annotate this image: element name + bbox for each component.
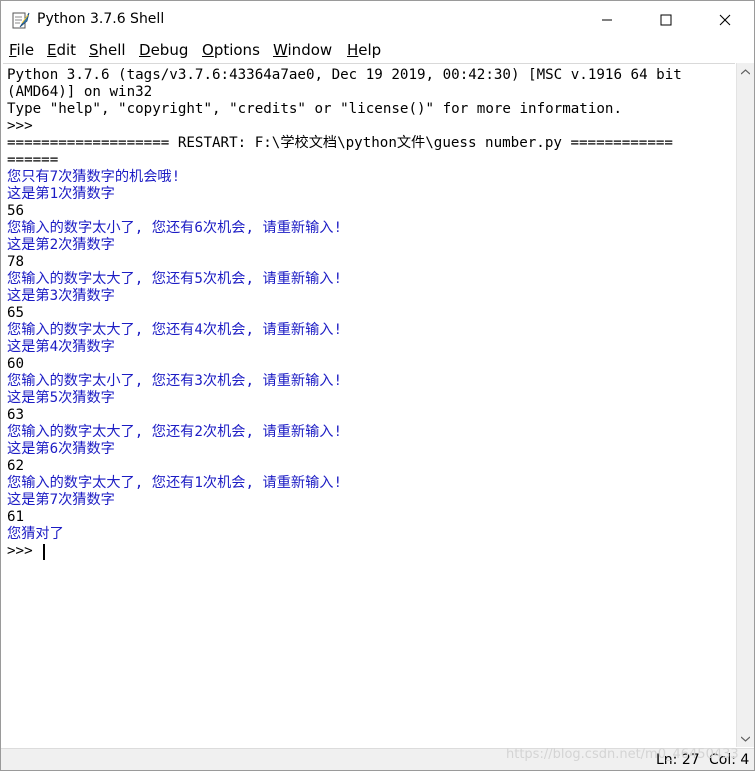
shell-line: 这是第2次猜数字 bbox=[7, 237, 115, 253]
close-icon bbox=[719, 14, 731, 25]
shell-line: >>> bbox=[7, 543, 42, 559]
shell-line: 您只有7次猜数字的机会哦! bbox=[7, 169, 181, 185]
chevron-up-icon bbox=[741, 68, 750, 74]
menu-window[interactable]: Window bbox=[273, 41, 332, 59]
scroll-down-button[interactable] bbox=[737, 730, 754, 747]
shell-line: 您猜对了 bbox=[7, 526, 64, 542]
shell-line: Type "help", "copyright", "credits" or "… bbox=[7, 101, 622, 117]
shell-line: 您输入的数字太大了, 您还有5次机会, 请重新输入! bbox=[7, 271, 343, 287]
shell-line: 61 bbox=[7, 509, 25, 525]
shell-line: 这是第1次猜数字 bbox=[7, 186, 115, 202]
close-button[interactable] bbox=[696, 1, 754, 38]
menu-debug-mnemonic: D bbox=[139, 41, 151, 59]
watermark-text: https://blog.csdn.net/m0_46450433 bbox=[506, 747, 739, 762]
shell-line: (AMD64)] on win32 bbox=[7, 84, 153, 100]
chevron-down-icon bbox=[741, 736, 750, 742]
shell-line: ====== bbox=[7, 152, 59, 168]
maximize-button[interactable] bbox=[637, 1, 695, 38]
menu-window-mnemonic: W bbox=[273, 41, 288, 59]
shell-line: Python 3.7.6 (tags/v3.7.6:43364a7ae0, De… bbox=[7, 67, 682, 83]
shell-line: 这是第3次猜数字 bbox=[7, 288, 115, 304]
shell-line: 56 bbox=[7, 203, 25, 219]
window-title: Python 3.7.6 Shell bbox=[37, 11, 165, 27]
menu-debug-label: ebug bbox=[150, 41, 189, 59]
menu-options[interactable]: Options bbox=[202, 41, 260, 59]
shell-line: >>> bbox=[7, 118, 42, 134]
shell-line: 您输入的数字太大了, 您还有2次机会, 请重新输入! bbox=[7, 424, 343, 440]
shell-line: 您输入的数字太大了, 您还有1次机会, 请重新输入! bbox=[7, 475, 343, 491]
shell-line: 您输入的数字太大了, 您还有4次机会, 请重新输入! bbox=[7, 322, 343, 338]
menu-options-label: ptions bbox=[213, 41, 260, 59]
shell-line: 这是第6次猜数字 bbox=[7, 441, 115, 457]
menu-file[interactable]: File bbox=[9, 41, 34, 59]
menu-shell-label: hell bbox=[98, 41, 126, 59]
shell-line: 这是第5次猜数字 bbox=[7, 390, 115, 406]
menu-debug[interactable]: Debug bbox=[139, 41, 188, 59]
vertical-scrollbar[interactable] bbox=[736, 63, 754, 747]
shell-text-area[interactable]: Python 3.7.6 (tags/v3.7.6:43364a7ae0, De… bbox=[3, 63, 735, 748]
shell-line: 60 bbox=[7, 356, 25, 372]
menu-edit-label: dit bbox=[56, 41, 77, 59]
menu-options-mnemonic: O bbox=[202, 41, 214, 59]
menu-edit[interactable]: Edit bbox=[47, 41, 76, 59]
menu-window-label: indow bbox=[287, 41, 333, 59]
shell-line: 63 bbox=[7, 407, 25, 423]
maximize-icon bbox=[660, 14, 672, 25]
shell-line: 65 bbox=[7, 305, 25, 321]
menu-file-mnemonic: F bbox=[9, 41, 17, 59]
minimize-icon bbox=[602, 19, 612, 20]
python-feather-icon bbox=[12, 12, 30, 29]
shell-line: =================== RESTART: F:\学校文档\pyt… bbox=[7, 135, 673, 151]
shell-line: 78 bbox=[7, 254, 25, 270]
shell-line: 62 bbox=[7, 458, 25, 474]
shell-line: 您输入的数字太小了, 您还有6次机会, 请重新输入! bbox=[7, 220, 343, 236]
menu-shell[interactable]: Shell bbox=[89, 41, 126, 59]
menu-help-label: elp bbox=[358, 41, 382, 59]
shell-line: 您输入的数字太小了, 您还有3次机会, 请重新输入! bbox=[7, 373, 343, 389]
menu-bar: File Edit Shell Debug Options Window Hel… bbox=[1, 38, 754, 62]
menu-help[interactable]: Help bbox=[347, 41, 381, 59]
idle-shell-window: Python 3.7.6 Shell File Edit Shell Debug… bbox=[0, 0, 755, 771]
title-bar[interactable]: Python 3.7.6 Shell bbox=[1, 1, 754, 38]
scroll-up-button[interactable] bbox=[737, 63, 754, 80]
menu-shell-mnemonic: S bbox=[89, 41, 99, 59]
minimize-button[interactable] bbox=[578, 1, 636, 38]
menu-file-label: ile bbox=[16, 41, 35, 59]
shell-line: 这是第4次猜数字 bbox=[7, 339, 115, 355]
menu-help-mnemonic: H bbox=[347, 41, 359, 59]
text-cursor bbox=[43, 544, 45, 560]
shell-line: 这是第7次猜数字 bbox=[7, 492, 115, 508]
